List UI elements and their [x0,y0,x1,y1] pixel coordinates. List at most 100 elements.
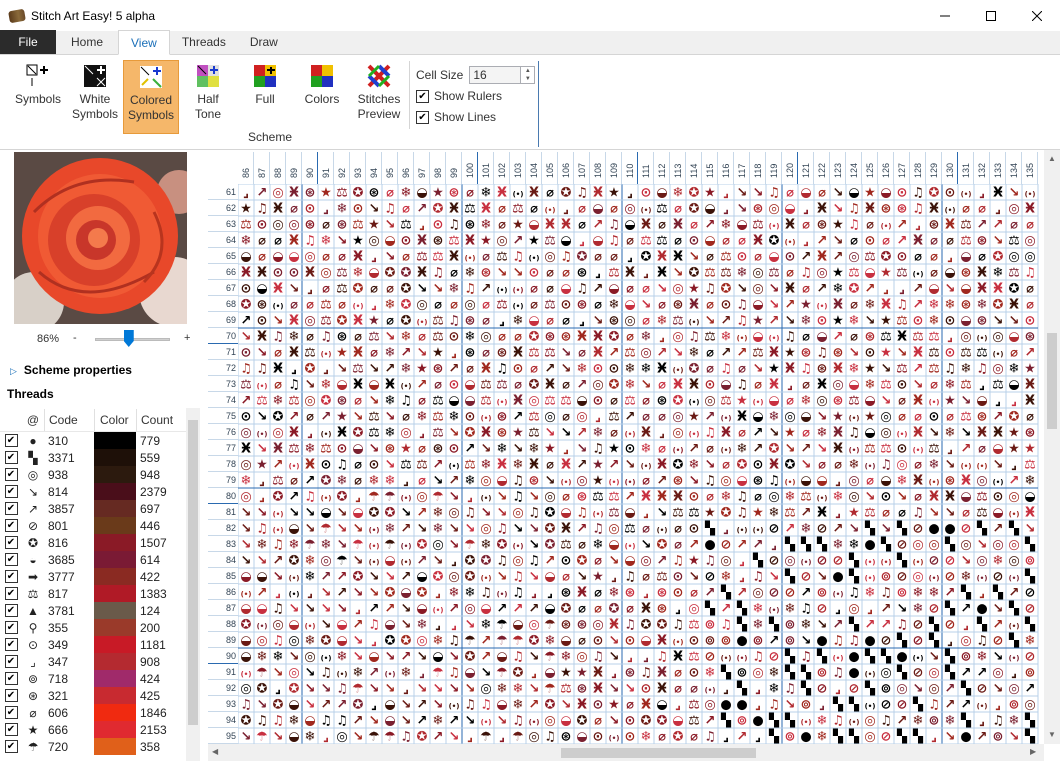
stitch-cell-symbol[interactable]: ↘ [465,522,476,537]
stitch-cell-symbol[interactable]: ⌀ [802,378,810,393]
stitch-cell-symbol[interactable]: ◎ [528,730,539,745]
stitch-cell-symbol[interactable]: ▚ [784,648,796,665]
stitch-cell-symbol[interactable]: ✪ [465,554,476,569]
stitch-cell-symbol[interactable]: ↗ [497,602,508,617]
stitch-cell-symbol[interactable]: ◒ [624,218,635,233]
stitch-cell-symbol[interactable]: ⚖ [928,330,940,345]
stitch-cell-symbol[interactable]: ⊙ [353,202,364,217]
stitch-cell-symbol[interactable]: ⚖ [960,410,972,425]
stitch-cell-symbol[interactable]: Ӿ [785,218,795,233]
stitch-cell-symbol[interactable]: ◒ [272,250,283,265]
stitch-cell-symbol[interactable]: Ӿ [561,522,571,537]
stitch-cell-symbol[interactable]: ⌀ [1026,282,1034,297]
stitch-cell-symbol[interactable]: (•) [241,671,252,679]
stitch-cell-symbol[interactable]: ⌀ [882,506,890,521]
thread-visible-checkbox[interactable]: ✔ [4,706,18,719]
stitch-cell-symbol[interactable]: ◒ [656,698,667,713]
stitch-cell-symbol[interactable]: ❄ [721,490,732,505]
stitch-cell-symbol[interactable]: Ӿ [577,586,587,601]
stitch-cell-symbol[interactable]: ★ [752,314,764,329]
stitch-cell-symbol[interactable]: ⚖ [608,410,620,425]
stitch-cell-symbol[interactable]: ◎ [592,618,603,633]
stitch-cell-symbol[interactable]: ◒ [960,314,971,329]
stitch-cell-symbol[interactable]: ♫ [800,266,812,281]
stitch-cell-symbol[interactable]: ↘ [257,346,268,361]
stitch-cell-symbol[interactable]: ♫ [576,186,588,201]
stitch-cell-symbol[interactable]: ◎ [544,410,555,425]
stitch-cell-symbol[interactable]: ⚖ [1024,458,1036,473]
stitch-cell-symbol[interactable]: ❄ [449,410,460,425]
stitch-cell-symbol[interactable]: ⊛ [433,234,444,249]
stitch-cell-symbol[interactable]: ⌀ [626,602,634,617]
stitch-cell-symbol[interactable]: ★ [336,346,348,361]
stitch-cell-symbol[interactable]: ♫ [704,426,716,441]
stitch-cell-symbol[interactable]: Ӿ [657,634,667,649]
stitch-cell-symbol[interactable]: ⊙ [1025,314,1036,329]
stitch-cell-symbol[interactable]: ⚖ [928,346,940,361]
stitch-cell-symbol[interactable]: (•) [449,463,460,471]
stitch-cell-symbol[interactable]: ⚖ [240,218,252,233]
stitch-cell-symbol[interactable]: ↗ [993,410,1004,425]
stitch-cell-symbol[interactable]: Ӿ [833,426,843,441]
stitch-cell-symbol[interactable]: ↗ [897,714,908,729]
stitch-cell-symbol[interactable]: ◎ [240,682,251,697]
stitch-cell-symbol[interactable]: ❄ [801,522,812,537]
stitch-cell-symbol[interactable]: ♫ [512,650,524,665]
stitch-cell-symbol[interactable]: ⌀ [626,282,634,297]
stitch-cell-symbol[interactable]: Ӿ [881,298,891,313]
stitch-cell-symbol[interactable]: ❄ [945,714,956,729]
stitch-cell-symbol[interactable]: ♫ [784,682,796,697]
stitch-cell-symbol[interactable]: ↘ [641,298,652,313]
thread-visible-checkbox[interactable]: ✔ [4,587,18,600]
stitch-cell-symbol[interactable]: ◎ [912,538,923,553]
stitch-cell-symbol[interactable]: ⚖ [800,490,812,505]
stitch-cell-symbol[interactable]: ◒ [352,442,363,457]
stitch-cell-symbol[interactable]: ✪ [401,314,412,329]
thread-visible-checkbox[interactable]: ✔ [4,689,18,702]
stitch-cell-symbol[interactable]: ◒ [752,330,763,345]
stitch-cell-symbol[interactable]: ✪ [689,362,700,377]
stitch-cell-symbol[interactable]: ⌀ [978,202,986,217]
stitch-cell-symbol[interactable]: ★ [880,314,892,329]
stitch-cell-symbol[interactable]: (•) [609,479,620,487]
stitch-cell-symbol[interactable]: ❄ [481,218,492,233]
stitch-cell-symbol[interactable]: ⊛ [497,410,508,425]
stitch-cell-symbol[interactable]: ↘ [433,698,444,713]
stitch-cell-symbol[interactable]: ↘ [289,650,300,665]
stitch-cell-symbol[interactable]: ↗ [321,698,332,713]
stitch-cell-symbol[interactable]: ▚ [912,728,924,745]
stitch-cell-symbol[interactable]: ⊚ [705,634,716,649]
stitch-cell-symbol[interactable]: ★ [688,554,700,569]
stitch-cell-symbol[interactable]: ⊚ [785,618,796,633]
stitch-cell-symbol[interactable]: (•) [513,191,524,199]
stitch-cell-symbol[interactable]: ❄ [849,314,860,329]
stitch-cell-symbol[interactable]: ↗ [657,346,668,361]
stitch-cell-symbol[interactable]: ◎ [688,602,699,617]
stitch-cell-symbol[interactable]: Ӿ [593,682,603,697]
stitch-cell-symbol[interactable]: ★ [688,410,700,425]
stitch-cell-symbol[interactable]: ◒ [464,666,475,681]
stitch-cell-symbol[interactable]: Ӿ [833,298,843,313]
stitch-cell-symbol[interactable]: ⊛ [673,298,684,313]
stitch-cell-symbol[interactable]: ↘ [609,554,620,569]
stitch-cell-symbol[interactable]: ⊛ [1025,330,1036,345]
stitch-cell-symbol[interactable]: ✪ [497,538,508,553]
scroll-down-icon[interactable]: ▼ [1048,730,1056,739]
stitch-cell-symbol[interactable]: ◒ [496,474,507,489]
stitch-cell-symbol[interactable]: ❄ [417,618,428,633]
stitch-cell-symbol[interactable]: ⊙ [689,634,700,649]
stitch-cell-symbol[interactable]: ↘ [817,570,828,585]
stitch-cell-symbol[interactable]: ♫ [720,618,732,633]
stitch-cell-symbol[interactable]: ◒ [288,698,299,713]
stitch-cell-symbol[interactable]: ⊛ [977,410,988,425]
full-button[interactable]: Full [250,60,280,132]
stitch-cell-symbol[interactable]: ⊛ [753,474,764,489]
stitch-cell-symbol[interactable]: (•) [929,575,940,583]
stitch-cell-symbol[interactable]: ⌀ [642,394,650,409]
stitch-cell-symbol[interactable]: ⊙ [609,362,620,377]
stitch-cell-symbol[interactable]: ⌀ [546,282,554,297]
thread-row[interactable]: ✔ ⊚ 718 424 [0,670,186,687]
stitch-cell-symbol[interactable]: ⌀ [626,234,634,249]
stitch-cell-symbol[interactable]: ↘ [817,618,828,633]
stitch-cell-symbol[interactable]: ♫ [768,698,780,713]
